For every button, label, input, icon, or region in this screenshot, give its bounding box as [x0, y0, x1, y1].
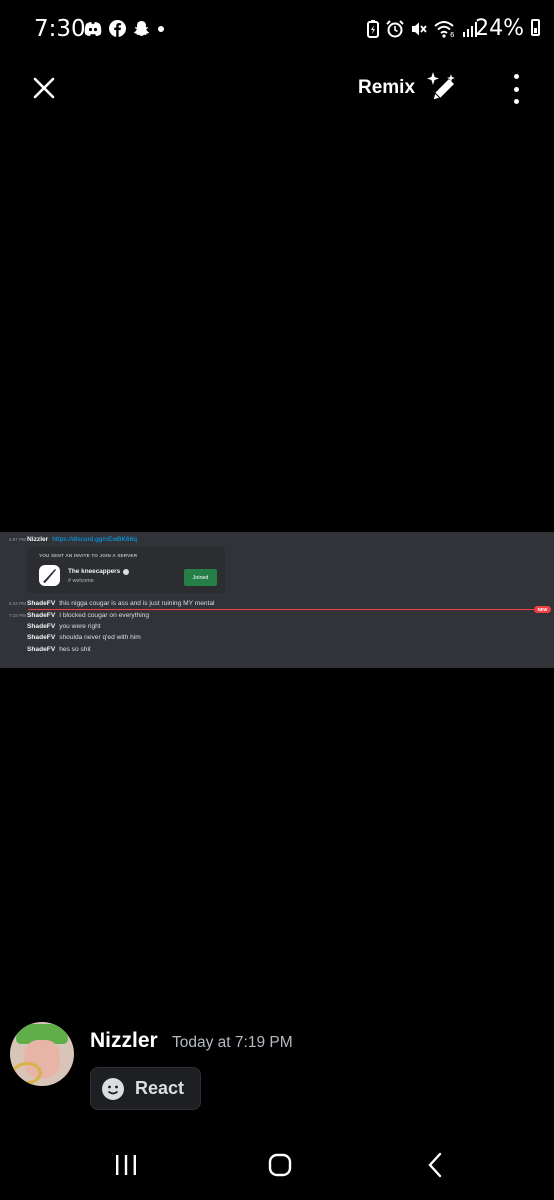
avatar[interactable] — [10, 1022, 74, 1086]
new-badge: NEW — [534, 606, 551, 613]
react-button[interactable]: React — [90, 1067, 201, 1110]
channel-name: welcome — [72, 578, 94, 584]
home-icon[interactable] — [268, 1153, 292, 1177]
snapchat-icon — [134, 21, 149, 36]
server-name-row: The kneecappers — [68, 568, 130, 575]
svg-text:6: 6 — [450, 31, 455, 38]
hashtag-icon: # — [68, 578, 71, 584]
message-text: this nigga cougar is ass and is just rui… — [59, 600, 215, 607]
message-row: ShadeFV hes so shit — [0, 644, 91, 655]
system-icons: 6 — [366, 20, 478, 38]
message-text: I blocked cougar on everything — [59, 612, 150, 619]
sparkle-pencil-icon — [427, 72, 456, 101]
status-bar: 7:30 6 24% — [0, 0, 554, 60]
smiley-icon — [102, 1077, 124, 1100]
alarm-icon — [386, 20, 404, 38]
message-timestamp: 6:44 PM — [8, 601, 26, 606]
close-icon — [33, 77, 55, 99]
verified-icon — [123, 568, 130, 575]
invite-link: https://discord.gg/nEwBK66q — [52, 536, 137, 543]
message-author: ShadeFV — [27, 646, 56, 653]
back-icon[interactable] — [426, 1152, 444, 1178]
message-text: hes so shit — [59, 646, 91, 653]
close-button[interactable] — [28, 72, 60, 104]
more-options-button[interactable] — [506, 74, 526, 104]
remix-button[interactable]: Remix — [358, 70, 459, 106]
message-timestamp: 7:15 PM — [8, 613, 26, 618]
facebook-icon — [109, 20, 126, 37]
dot-icon — [158, 25, 164, 32]
message-author: ShadeFV — [27, 600, 56, 607]
mute-icon — [412, 22, 427, 36]
knife-icon — [43, 569, 56, 583]
more-vertical-icon — [513, 74, 519, 79]
invite-heading: YOU SENT AN INVITE TO JOIN A SERVER — [39, 553, 138, 558]
remix-label: Remix — [358, 77, 416, 98]
message-author: Nizzler — [27, 536, 49, 543]
wifi-6-icon: 6 — [434, 21, 455, 38]
author-timestamp: Today at 7:19 PM — [172, 1034, 293, 1051]
battery-percent: 24% — [475, 16, 524, 41]
message-author: ShadeFV — [27, 612, 56, 619]
message-author: ShadeFV — [27, 634, 56, 641]
message-timestamp: 4:57 PM — [8, 537, 26, 542]
message-row: ShadeFV shoulda never q'ed with him — [0, 632, 141, 643]
notification-icons — [84, 20, 165, 37]
server-name: The kneecappers — [68, 568, 121, 575]
recents-icon[interactable] — [115, 1154, 137, 1176]
status-time: 7:30 — [34, 16, 86, 42]
message-author: ShadeFV — [27, 623, 56, 630]
message-row: 4:57 PM Nizzler https://discord.gg/nEwBK… — [0, 534, 137, 545]
joined-button: Joined — [184, 569, 217, 586]
viewer-top-bar: Remix — [0, 60, 554, 118]
message-row: 6:44 PM ShadeFV this nigga cougar is ass… — [0, 598, 215, 609]
attachment-author-bar: Nizzler Today at 7:19 PM React — [10, 1022, 550, 1114]
invite-channel: # welcome — [68, 578, 94, 584]
system-navigation-bar — [0, 1134, 554, 1200]
discord-icon — [84, 21, 102, 36]
discord-screenshot-image: 4:57 PM Nizzler https://discord.gg/nEwBK… — [0, 532, 554, 668]
message-text: you were right — [59, 623, 101, 630]
message-row: ShadeFV you were right — [0, 621, 101, 632]
message-text: shoulda never q'ed with him — [59, 634, 141, 641]
invite-card: YOU SENT AN INVITE TO JOIN A SERVER The … — [27, 547, 225, 593]
message-row: 7:15 PM ShadeFV I blocked cougar on ever… — [0, 610, 149, 621]
author-name[interactable]: Nizzler — [90, 1029, 158, 1053]
react-label: React — [135, 1078, 185, 1098]
server-icon — [39, 565, 60, 586]
battery-icon — [531, 19, 540, 36]
battery-saver-icon — [367, 20, 379, 38]
